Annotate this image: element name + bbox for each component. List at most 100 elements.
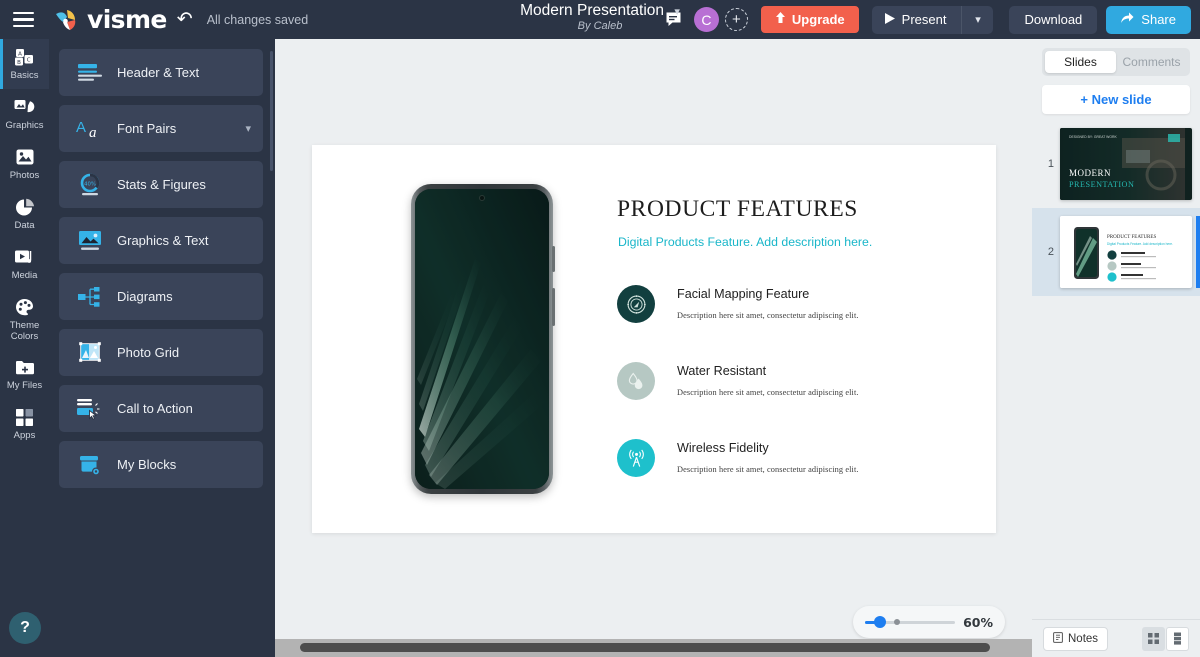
feature-description: Description here sit amet, consectetur a… bbox=[677, 465, 859, 474]
undo-icon[interactable]: ↶ bbox=[177, 10, 193, 29]
my-blocks-icon bbox=[71, 450, 109, 480]
photo-icon bbox=[14, 147, 36, 168]
scrollbar-thumb[interactable] bbox=[300, 643, 990, 652]
feature-row-1[interactable]: Facial Mapping Feature Description here … bbox=[617, 285, 859, 323]
rail-item-basics[interactable]: A B C Basics bbox=[0, 39, 49, 89]
feature-heading: Facial Mapping Feature bbox=[677, 287, 810, 301]
document-title-text: Modern Presentation bbox=[520, 2, 665, 19]
chevron-down-icon[interactable]: ▾ bbox=[674, 5, 680, 18]
rail-label: My Files bbox=[6, 380, 43, 392]
panel-item-stats-figures[interactable]: 40% Stats & Figures bbox=[59, 161, 263, 208]
present-dropdown-chevron-down-icon[interactable]: ▾ bbox=[961, 5, 993, 34]
feature-row-2[interactable]: Water Resistant Description here sit ame… bbox=[617, 362, 859, 400]
brand-name: visme bbox=[87, 5, 167, 34]
svg-text:A: A bbox=[76, 119, 86, 136]
visme-editor-window: visme ↶ All changes saved Modern Present… bbox=[0, 0, 1200, 657]
grid-view-icon[interactable] bbox=[1142, 626, 1165, 651]
download-button[interactable]: Download bbox=[1009, 5, 1098, 34]
panel-item-label: Font Pairs bbox=[117, 121, 177, 136]
smartphone-mockup[interactable] bbox=[411, 184, 555, 494]
panel-item-label: Diagrams bbox=[117, 289, 173, 304]
rail-item-media[interactable]: Media bbox=[0, 239, 49, 289]
slide-thumbnail-1[interactable]: 1 DESIGNED BY: GREAT WORK MODERN PRESENT… bbox=[1032, 120, 1200, 208]
panel-scrollbar[interactable] bbox=[270, 51, 273, 171]
grid-apps-icon bbox=[14, 407, 36, 428]
hamburger-menu-icon[interactable] bbox=[0, 0, 46, 39]
palette-icon bbox=[14, 297, 36, 318]
slide-number: 1 bbox=[1047, 158, 1054, 170]
feature-row-3[interactable]: Wireless Fidelity Description here sit a… bbox=[617, 439, 859, 477]
rail-item-my-files[interactable]: My Files bbox=[0, 349, 49, 399]
panel-item-label: My Blocks bbox=[117, 457, 177, 472]
svg-text:DESIGNED BY: GREAT WORK: DESIGNED BY: GREAT WORK bbox=[1069, 135, 1117, 139]
donut-value: 40% bbox=[84, 181, 96, 187]
water-drop-icon bbox=[617, 362, 655, 400]
list-view-icon[interactable] bbox=[1166, 626, 1189, 651]
upgrade-button[interactable]: Upgrade bbox=[760, 6, 859, 33]
slide-title[interactable]: PRODUCT FEATURES bbox=[617, 196, 858, 223]
panel-item-my-blocks[interactable]: My Blocks bbox=[59, 441, 263, 488]
phone-camera-icon bbox=[479, 195, 485, 201]
slide-thumbnail-2[interactable]: 2 PRODUCT FEATURES Digital Products Feat… bbox=[1032, 208, 1200, 296]
panel-item-font-pairs[interactable]: A a Font Pairs ▾ bbox=[59, 105, 263, 152]
panel-item-header-text[interactable]: Header & Text bbox=[59, 49, 263, 96]
visme-logo[interactable]: visme bbox=[54, 5, 167, 34]
rail-item-photos[interactable]: Photos bbox=[0, 139, 49, 189]
tab-comments[interactable]: Comments bbox=[1116, 51, 1187, 73]
panel-item-label: Graphics & Text bbox=[117, 233, 209, 248]
rail-label: Photos bbox=[9, 169, 40, 181]
present-button[interactable]: Present bbox=[872, 6, 962, 34]
document-title[interactable]: Modern Presentation ▾ bbox=[520, 2, 680, 20]
rail-label: Theme Colors bbox=[9, 319, 40, 342]
new-slide-button[interactable]: + New slide bbox=[1042, 85, 1190, 114]
tab-slides[interactable]: Slides bbox=[1045, 51, 1116, 73]
zoom-slider-marker[interactable] bbox=[894, 619, 900, 625]
rail-item-theme-colors[interactable]: Theme Colors bbox=[0, 289, 49, 350]
phone-screen bbox=[415, 189, 549, 489]
canvas-area: PRODUCT FEATURES Digital Products Featur… bbox=[275, 39, 1032, 639]
share-label: Share bbox=[1141, 12, 1176, 27]
slide-canvas[interactable]: PRODUCT FEATURES Digital Products Featur… bbox=[312, 145, 996, 533]
folder-plus-icon bbox=[14, 357, 36, 378]
svg-text:PRODUCT FEATURES: PRODUCT FEATURES bbox=[1107, 235, 1156, 240]
panel-item-graphics-text[interactable]: Graphics & Text bbox=[59, 217, 263, 264]
rail-item-data[interactable]: Data bbox=[0, 189, 49, 239]
add-user-icon[interactable]: + bbox=[724, 8, 748, 31]
svg-text:A: A bbox=[18, 51, 22, 57]
panel-item-label: Header & Text bbox=[117, 65, 200, 80]
wifi-tower-icon bbox=[617, 439, 655, 477]
rail-label: Basics bbox=[10, 70, 39, 81]
zoom-value: 60% bbox=[963, 614, 993, 630]
share-button[interactable]: Share bbox=[1106, 5, 1191, 34]
rail-item-graphics[interactable]: Graphics bbox=[0, 89, 49, 139]
zoom-slider[interactable] bbox=[865, 616, 956, 628]
notes-icon bbox=[1053, 631, 1063, 646]
zoom-slider-handle[interactable] bbox=[874, 616, 886, 628]
canvas-horizontal-scrollbar[interactable] bbox=[275, 639, 1032, 657]
help-button[interactable]: ? bbox=[9, 612, 41, 644]
feature-text-1: Facial Mapping Feature Description here … bbox=[677, 285, 859, 320]
feature-heading: Water Resistant bbox=[677, 364, 767, 378]
svg-text:Digital Products Feature. Add: Digital Products Feature. Add descriptio… bbox=[1107, 242, 1173, 246]
svg-text:C: C bbox=[27, 58, 31, 64]
left-icon-rail: A B C Basics Graphics Photos Data Media … bbox=[0, 39, 49, 657]
feature-heading: Wireless Fidelity bbox=[677, 441, 769, 455]
present-label: Present bbox=[901, 12, 947, 27]
rail-item-apps[interactable]: Apps bbox=[0, 399, 49, 449]
slides-panel-footer: Notes bbox=[1032, 619, 1200, 657]
visme-logo-mark bbox=[54, 9, 80, 31]
share-arrow-icon bbox=[1121, 12, 1134, 27]
top-toolbar: visme ↶ All changes saved Modern Present… bbox=[0, 0, 1200, 39]
slide-subtitle[interactable]: Digital Products Feature. Add descriptio… bbox=[618, 235, 872, 249]
panel-item-photo-grid[interactable]: Photo Grid bbox=[59, 329, 263, 376]
avatar[interactable]: C bbox=[693, 7, 719, 32]
rail-label: Data bbox=[14, 219, 35, 231]
feature-text-2: Water Resistant Description here sit ame… bbox=[677, 362, 859, 397]
svg-text:a: a bbox=[89, 125, 97, 140]
chevron-down-icon[interactable]: ▾ bbox=[245, 122, 251, 135]
save-status: All changes saved bbox=[206, 12, 309, 27]
upgrade-label: Upgrade bbox=[791, 12, 845, 27]
panel-item-call-to-action[interactable]: Call to Action bbox=[59, 385, 263, 432]
panel-item-diagrams[interactable]: Diagrams bbox=[59, 273, 263, 320]
notes-button[interactable]: Notes bbox=[1043, 626, 1109, 651]
